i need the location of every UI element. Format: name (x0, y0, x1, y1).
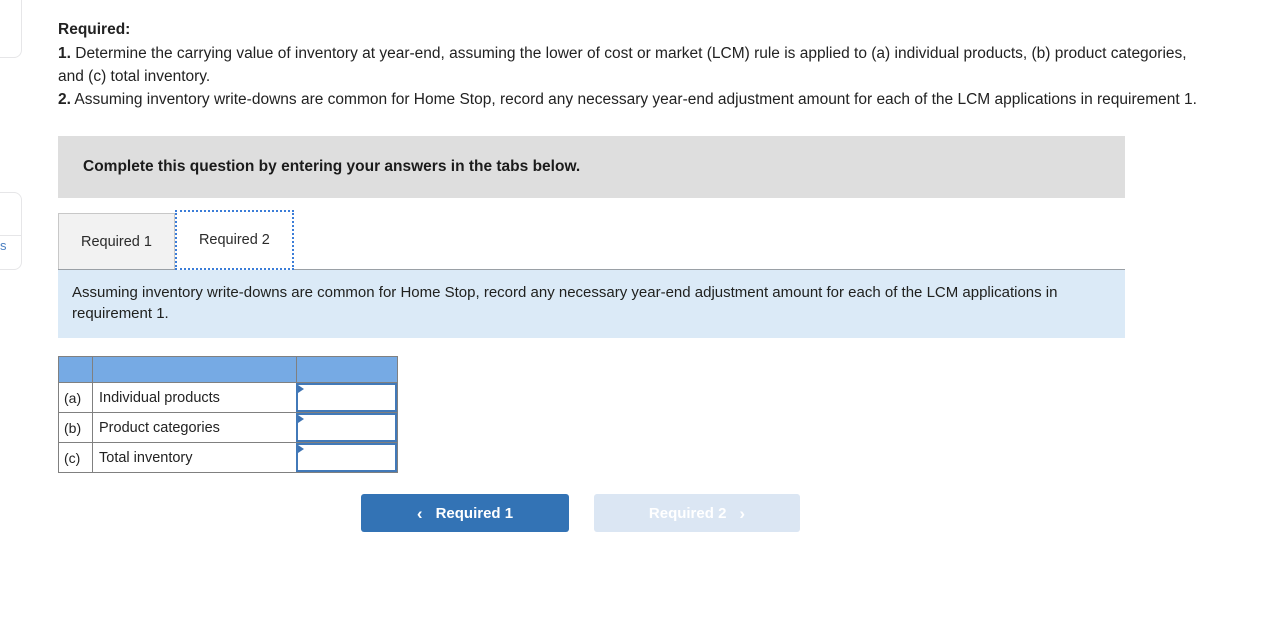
row-input-cell-a[interactable] (296, 382, 398, 413)
answer-table-header-row (58, 356, 398, 383)
required-heading: Required: (58, 21, 131, 38)
problem-statement: Required: 1. Determine the carrying valu… (58, 0, 1248, 111)
answer-table-head (58, 356, 398, 383)
tab-list: Required 1 Required 2 (58, 210, 1125, 270)
left-rail-link[interactable]: s (0, 236, 12, 256)
left-rail-card-top (0, 0, 22, 58)
nav-buttons: ‹ Required 1 Required 2 › (361, 494, 1248, 532)
row-letter-b: (b) (58, 412, 93, 443)
header-cell-letter (58, 356, 93, 383)
instruction-banner-text: Complete this question by entering your … (83, 158, 581, 175)
instruction-banner: Complete this question by entering your … (58, 136, 1125, 198)
requirement-2-text: Assuming inventory write-downs are commo… (70, 91, 1197, 108)
tab-strip: Required 1 Required 2 (58, 210, 1125, 270)
prev-required-1-button[interactable]: ‹ Required 1 (361, 494, 569, 532)
answer-table-body: (a) Individual products (b) Product cate… (58, 382, 398, 473)
next-button-label: Required 2 (648, 504, 727, 522)
answer-input-c[interactable] (296, 443, 397, 472)
next-required-2-button[interactable]: Required 2 › (594, 494, 800, 532)
header-cell-label (92, 356, 297, 383)
requirement-1: 1. Determine the carrying value of inven… (58, 42, 1198, 88)
main-content: Required: 1. Determine the carrying valu… (58, 0, 1248, 532)
table-row: (c) Total inventory (58, 442, 398, 473)
row-letter-a: (a) (58, 382, 93, 413)
header-cell-value (296, 356, 398, 383)
chevron-left-icon: ‹ (416, 503, 423, 523)
requirement-2-number: 2. (58, 91, 71, 108)
requirement-1-text: Determine the carrying value of inventor… (58, 45, 1187, 85)
table-row: (b) Product categories (58, 412, 398, 443)
question-info-text: Assuming inventory write-downs are commo… (72, 284, 1058, 322)
answer-input-b[interactable] (296, 413, 397, 442)
tab-required-2-label: Required 2 (198, 232, 270, 248)
row-label-product-categories: Product categories (92, 412, 297, 443)
question-info-box: Assuming inventory write-downs are commo… (58, 270, 1125, 338)
prev-button-label: Required 1 (435, 504, 514, 522)
left-rail-card-bottom (0, 192, 22, 270)
row-input-cell-c[interactable] (296, 442, 398, 473)
row-label-total-inventory: Total inventory (92, 442, 297, 473)
requirement-2: 2. Assuming inventory write-downs are co… (58, 88, 1198, 111)
row-letter-c: (c) (58, 442, 93, 473)
chevron-right-icon: › (739, 503, 746, 523)
tab-required-1[interactable]: Required 1 (58, 213, 175, 269)
table-row: (a) Individual products (58, 382, 398, 413)
tab-required-2[interactable]: Required 2 (174, 210, 294, 270)
answer-input-a[interactable] (296, 383, 397, 412)
answer-table: (a) Individual products (b) Product cate… (58, 356, 398, 473)
row-label-individual-products: Individual products (92, 382, 297, 413)
row-input-cell-b[interactable] (296, 412, 398, 443)
tab-required-1-label: Required 1 (81, 233, 152, 250)
requirement-1-number: 1. (58, 45, 71, 62)
